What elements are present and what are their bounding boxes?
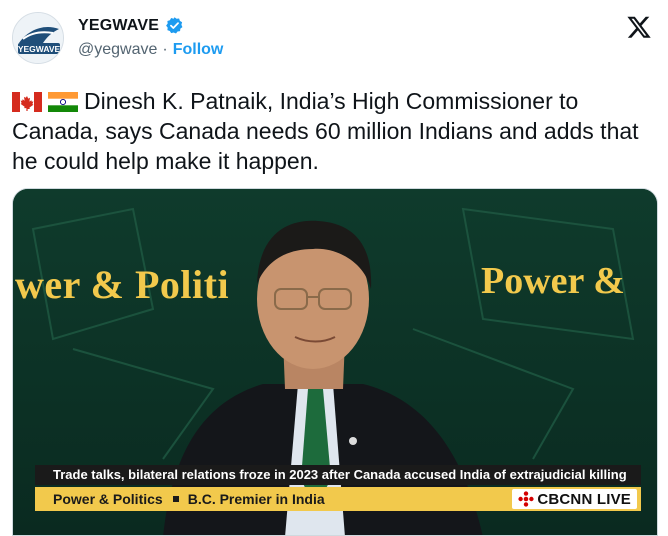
avatar-logo: YEGWAVE <box>13 13 63 63</box>
separator: · <box>162 41 168 58</box>
handle[interactable]: @yegwave <box>78 41 157 59</box>
show-title-right: Power & <box>481 260 625 302</box>
play-indicator-icon[interactable] <box>349 437 357 445</box>
canada-flag-icon <box>12 92 42 112</box>
segment-title: B.C. Premier in India <box>187 491 325 507</box>
avatar-text: YEGWAVE <box>18 44 61 54</box>
tweet-text: Dinesh K. Patnaik, India’s High Commissi… <box>12 88 639 174</box>
program-name: Power & Politics <box>53 491 163 507</box>
tweet-text-block: Dinesh K. Patnaik, India’s High Commissi… <box>12 86 652 176</box>
cbc-gem-icon <box>518 491 534 507</box>
india-flag-icon <box>48 92 78 112</box>
avatar[interactable]: YEGWAVE <box>12 12 64 64</box>
display-name[interactable]: YEGWAVE <box>78 17 159 35</box>
bullet-separator <box>172 496 179 502</box>
follow-button[interactable]: Follow <box>173 41 224 59</box>
video-player[interactable]: wer & Politi Power & Trade talks, bilate… <box>12 188 658 536</box>
x-logo-icon[interactable] <box>626 14 652 40</box>
cbc-live-label: CBCNN LIVE <box>537 490 631 508</box>
lower-third-banner: Power & Politics B.C. Premier in India C… <box>35 487 641 511</box>
verified-badge-icon <box>166 17 183 34</box>
show-title-left: wer & Politi <box>15 262 230 307</box>
tweet-header: YEGWAVE YEGWAVE @yegwave · Follow <box>12 12 656 64</box>
cbc-live-badge: CBCNN LIVE <box>512 489 637 509</box>
news-ticker: Trade talks, bilateral relations froze i… <box>35 465 641 485</box>
